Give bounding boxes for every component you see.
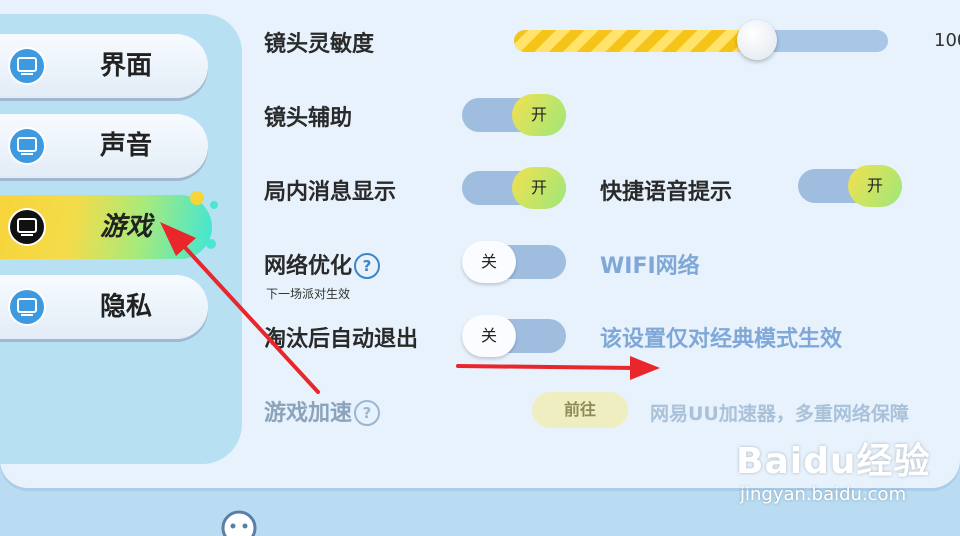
watermark-logo: Baidu经验: [736, 441, 931, 482]
watermark-url: jingyan.baidu.com: [740, 484, 907, 505]
arrowhead-icon: [630, 356, 660, 380]
arrow-to-game-tab: [178, 240, 320, 394]
baidu-watermark: Baidu经验 jingyan.baidu.com: [736, 432, 931, 505]
mascot-icon: [221, 510, 257, 536]
arrow-to-auto-exit: [456, 364, 638, 370]
